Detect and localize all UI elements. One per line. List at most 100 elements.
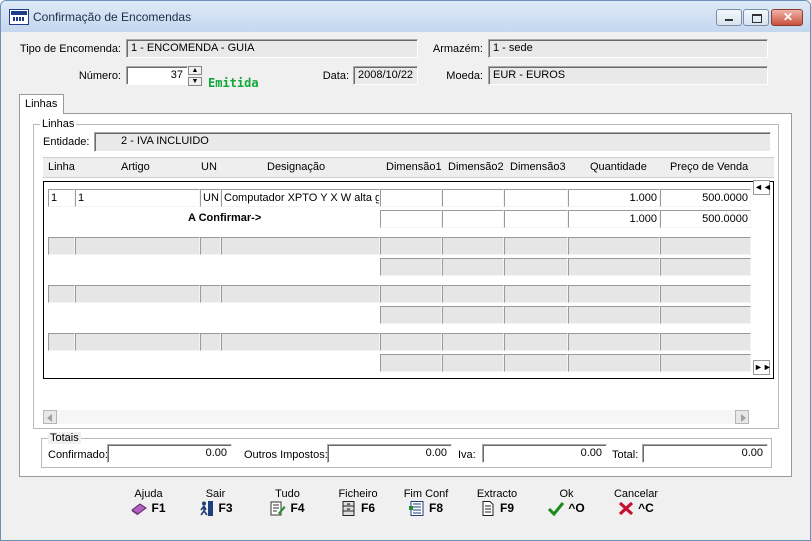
list-check-icon bbox=[408, 501, 425, 517]
extracto-button[interactable]: Extracto F9 bbox=[473, 488, 521, 517]
empty-cell bbox=[442, 258, 504, 276]
cell-dimensao2[interactable] bbox=[442, 189, 504, 207]
ficheiro-label: Ficheiro bbox=[338, 488, 378, 500]
tipo-encomenda-field[interactable]: 1 - ENCOMENDA - GUIA bbox=[126, 39, 418, 58]
empty-cell bbox=[48, 237, 75, 255]
cell-designacao[interactable]: Computador XPTO Y X W alta ga bbox=[221, 189, 380, 207]
confirmado-label: Confirmado: bbox=[48, 449, 108, 461]
empty-cell bbox=[504, 285, 568, 303]
empty-cell bbox=[504, 354, 568, 372]
first-record-button[interactable]: ◄◄ bbox=[753, 180, 772, 195]
ok-button[interactable]: Ok ^O bbox=[544, 488, 589, 517]
scroll-left-button[interactable] bbox=[43, 410, 57, 424]
a-confirmar-label: A Confirmar-> bbox=[188, 212, 262, 224]
window-app-icon[interactable] bbox=[9, 9, 29, 25]
empty-cell bbox=[200, 237, 221, 255]
grid-header: Linha Artigo UN Designação Dimensão1 Dim… bbox=[43, 157, 774, 178]
cancelar-button[interactable]: Cancelar ^C bbox=[611, 488, 661, 516]
scroll-right-button[interactable] bbox=[735, 410, 749, 424]
stepper-up-icon[interactable]: ▲ bbox=[188, 66, 202, 75]
last-record-button[interactable]: ►► bbox=[753, 360, 772, 375]
cell-confirm-dimensao3[interactable] bbox=[504, 210, 568, 228]
cell-confirm-dimensao2[interactable] bbox=[442, 210, 504, 228]
numero-stepper[interactable]: ▲ ▼ bbox=[188, 66, 202, 86]
confirmado-field[interactable]: 0.00 bbox=[107, 444, 232, 463]
col-header-artigo: Artigo bbox=[121, 161, 150, 173]
sair-label: Sair bbox=[205, 488, 226, 500]
data-field[interactable]: 2008/10/22 bbox=[353, 66, 418, 85]
cell-artigo[interactable]: 1 bbox=[75, 189, 200, 207]
empty-cell bbox=[442, 354, 504, 372]
entidade-field[interactable]: 2 - IVA INCLUIDO bbox=[94, 132, 771, 152]
cell-un[interactable]: UN bbox=[200, 189, 221, 207]
empty-cell bbox=[504, 237, 568, 255]
total-field[interactable]: 0.00 bbox=[642, 444, 768, 463]
total-label: Total: bbox=[612, 449, 639, 461]
iva-field[interactable]: 0.00 bbox=[482, 444, 607, 463]
cell-dimensao1[interactable] bbox=[380, 189, 442, 207]
cell-quantidade[interactable]: 1.000 bbox=[568, 189, 660, 207]
empty-cell bbox=[221, 333, 380, 351]
cell-linha[interactable]: 1 bbox=[48, 189, 75, 207]
empty-cell bbox=[504, 258, 568, 276]
close-button[interactable]: ✕ bbox=[771, 9, 803, 26]
outros-impostos-field[interactable]: 0.00 bbox=[327, 444, 452, 463]
moeda-field[interactable]: EUR - EUROS bbox=[488, 66, 768, 85]
iva-label: Iva: bbox=[458, 449, 476, 461]
empty-cell bbox=[442, 237, 504, 255]
cell-confirm-dimensao1[interactable] bbox=[380, 210, 442, 228]
empty-cell bbox=[380, 354, 442, 372]
maximize-icon bbox=[752, 14, 762, 23]
lines-grid: 1 1 UN Computador XPTO Y X W alta ga 1.0… bbox=[43, 180, 774, 379]
empty-cell bbox=[568, 258, 660, 276]
tab-linhas[interactable]: Linhas bbox=[19, 94, 64, 114]
entidade-label: Entidade: bbox=[43, 136, 90, 148]
book-icon bbox=[131, 501, 148, 516]
stepper-down-icon[interactable]: ▼ bbox=[188, 77, 202, 86]
ficheiro-button[interactable]: Ficheiro F6 bbox=[334, 488, 382, 517]
empty-cell bbox=[442, 285, 504, 303]
tipo-encomenda-label: Tipo de Encomenda: bbox=[19, 43, 121, 55]
empty-cell bbox=[380, 333, 442, 351]
empty-cell bbox=[504, 306, 568, 324]
col-header-dimensao3: Dimensão3 bbox=[510, 161, 566, 173]
cell-preco-venda[interactable]: 500.0000 bbox=[660, 189, 751, 207]
document-icon bbox=[480, 501, 496, 517]
ajuda-button[interactable]: Ajuda F1 bbox=[126, 488, 171, 516]
fim-conf-button[interactable]: Fim Conf F8 bbox=[402, 488, 450, 517]
empty-cell bbox=[200, 285, 221, 303]
tudo-shortcut: F4 bbox=[290, 501, 305, 515]
empty-cell bbox=[380, 237, 442, 255]
col-header-linha: Linha bbox=[48, 161, 75, 173]
empty-cell bbox=[380, 306, 442, 324]
armazem-field[interactable]: 1 - sede bbox=[488, 39, 768, 58]
col-header-dimensao1: Dimensão1 bbox=[386, 161, 442, 173]
numero-input[interactable]: 37 bbox=[126, 66, 188, 85]
numero-label: Número: bbox=[78, 70, 121, 82]
maximize-button[interactable] bbox=[743, 9, 769, 26]
col-header-dimensao2: Dimensão2 bbox=[448, 161, 504, 173]
horizontal-scrollbar[interactable] bbox=[43, 410, 749, 424]
sair-button[interactable]: Sair F3 bbox=[193, 488, 238, 517]
ajuda-shortcut: F1 bbox=[151, 501, 166, 515]
checkmark-icon bbox=[548, 501, 565, 517]
tudo-label: Tudo bbox=[275, 488, 300, 500]
extracto-shortcut: F9 bbox=[499, 501, 514, 515]
cell-confirm-quantidade[interactable]: 1.000 bbox=[568, 210, 660, 228]
ok-label: Ok bbox=[559, 488, 574, 500]
empty-cell bbox=[75, 237, 200, 255]
cell-confirm-preco[interactable]: 500.0000 bbox=[660, 210, 751, 228]
cabinet-icon bbox=[341, 501, 357, 517]
moeda-label: Moeda: bbox=[446, 70, 483, 82]
tudo-button[interactable]: Tudo F4 bbox=[265, 488, 310, 516]
x-cross-icon bbox=[618, 501, 634, 516]
extracto-label: Extracto bbox=[476, 488, 518, 500]
empty-cell bbox=[442, 306, 504, 324]
minimize-button[interactable] bbox=[716, 9, 742, 26]
cancelar-shortcut: ^C bbox=[638, 501, 654, 515]
empty-cell bbox=[380, 285, 442, 303]
outros-impostos-label: Outros Impostos: bbox=[244, 449, 328, 461]
empty-cell bbox=[568, 333, 660, 351]
empty-cell bbox=[568, 285, 660, 303]
cell-dimensao3[interactable] bbox=[504, 189, 568, 207]
